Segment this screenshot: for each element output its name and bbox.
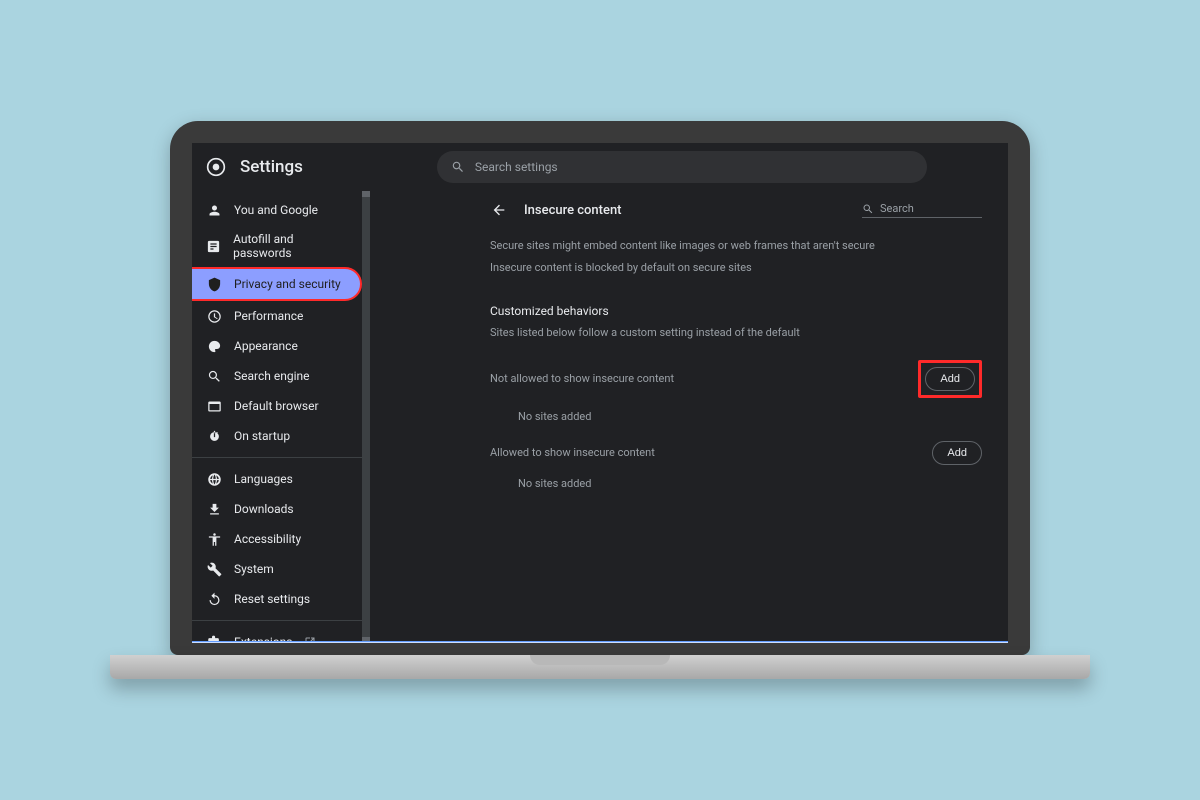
sidebar-item-label: System [234,562,274,576]
scrollbar-button-up[interactable] [362,191,370,197]
add-allowed-button[interactable]: Add [932,441,982,465]
sidebar-item-label: On startup [234,429,290,443]
chrome-logo-icon [206,157,226,177]
search-settings-input[interactable]: Search settings [437,151,927,183]
settings-sidebar: You and Google Autofill and passwords Pr… [192,191,362,643]
sidebar-item-autofill[interactable]: Autofill and passwords [192,225,362,267]
sidebar-item-appearance[interactable]: Appearance [192,331,362,361]
settings-title: Settings [240,157,303,177]
search-placeholder: Search settings [475,160,558,174]
page-title: Insecure content [524,203,622,218]
sidebar-item-reset[interactable]: Reset settings [192,584,362,614]
laptop-notch [530,655,670,665]
sidebar-item-label: Languages [234,472,293,486]
sidebar-item-label: Search engine [234,369,309,383]
page-search-label: Search [880,202,914,215]
page-header: Insecure content Search [490,201,982,219]
page-search-input[interactable]: Search [862,202,982,218]
customized-behaviors-title: Customized behaviors [490,304,982,318]
add-not-allowed-button[interactable]: Add [925,367,975,391]
system-icon [206,561,222,577]
search-icon [451,160,465,174]
not-allowed-empty: No sites added [490,398,982,423]
sidebar-item-label: Performance [234,309,303,323]
sidebar-item-privacy[interactable]: Privacy and security [192,267,362,301]
shield-icon [206,276,222,292]
search-icon [862,203,874,215]
sidebar-item-label: Accessibility [234,532,301,546]
globe-icon [206,471,222,487]
settings-header: Settings Search settings [192,143,1008,191]
description-line-2: Insecure content is blocked by default o… [490,259,982,277]
chrome-settings-window: Settings Search settings You and Google … [192,143,1008,643]
add-button-highlight: Add [918,360,982,398]
sidebar-divider [192,457,362,458]
sidebar-item-label: Appearance [234,339,298,353]
allowed-row: Allowed to show insecure content Add [490,441,982,465]
person-icon [206,202,222,218]
search-icon [206,368,222,384]
appearance-icon [206,338,222,354]
sidebar-item-label: Downloads [234,502,294,516]
not-allowed-row: Not allowed to show insecure content Add [490,360,982,398]
back-button[interactable] [490,201,508,219]
sidebar-item-default-browser[interactable]: Default browser [192,391,362,421]
settings-content: Insecure content Search Secure sites mig… [370,191,1008,643]
sidebar-item-search-engine[interactable]: Search engine [192,361,362,391]
allowed-label: Allowed to show insecure content [490,446,655,459]
laptop-base [110,655,1090,679]
sidebar-item-languages[interactable]: Languages [192,464,362,494]
sidebar-item-label: Autofill and passwords [233,232,348,260]
browser-icon [206,398,222,414]
sidebar-item-label: Privacy and security [234,277,341,291]
bottom-accent-bar [192,641,1008,643]
speedometer-icon [206,308,222,324]
customized-behaviors-desc: Sites listed below follow a custom setti… [490,324,982,342]
download-icon [206,501,222,517]
sidebar-divider [192,620,362,621]
sidebar-item-accessibility[interactable]: Accessibility [192,524,362,554]
sidebar-item-downloads[interactable]: Downloads [192,494,362,524]
sidebar-item-system[interactable]: System [192,554,362,584]
sidebar-scrollbar[interactable] [362,191,370,643]
not-allowed-label: Not allowed to show insecure content [490,372,674,385]
power-icon [206,428,222,444]
autofill-icon [206,238,221,254]
sidebar-item-label: Default browser [234,399,319,413]
accessibility-icon [206,531,222,547]
sidebar-item-on-startup[interactable]: On startup [192,421,362,451]
description-line-1: Secure sites might embed content like im… [490,237,982,255]
sidebar-item-performance[interactable]: Performance [192,301,362,331]
sidebar-item-label: You and Google [234,203,318,217]
reset-icon [206,591,222,607]
sidebar-item-label: Reset settings [234,592,310,606]
sidebar-item-you-and-google[interactable]: You and Google [192,195,362,225]
allowed-empty: No sites added [490,465,982,490]
